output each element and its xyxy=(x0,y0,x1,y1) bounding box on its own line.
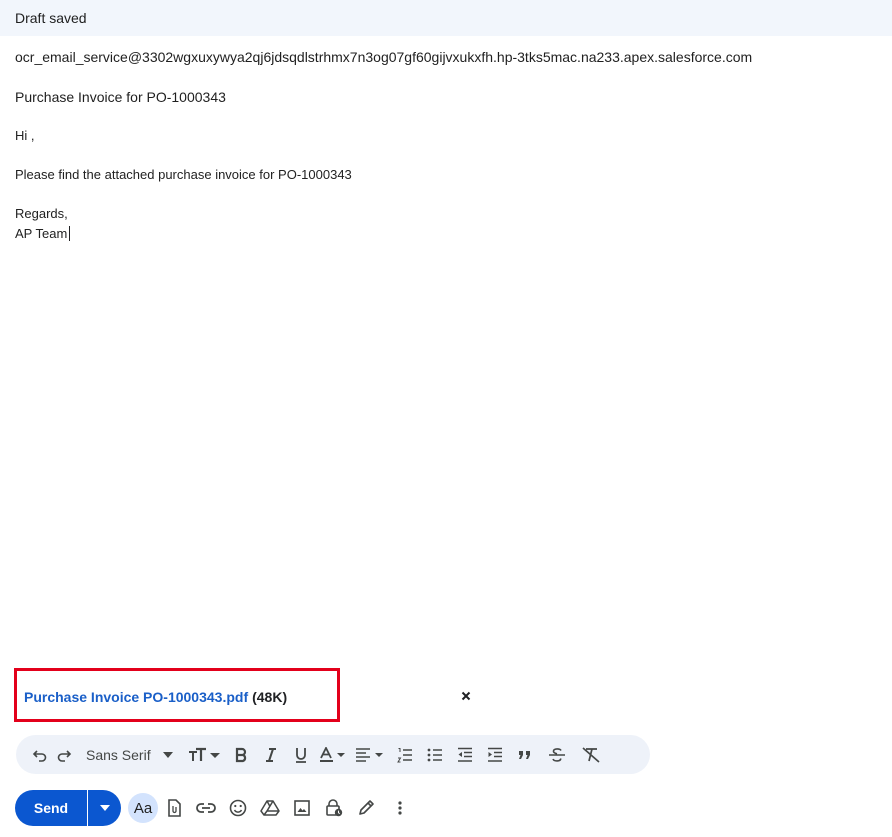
attachment-name[interactable]: Purchase Invoice PO-1000343.pdf xyxy=(24,689,248,705)
subject-field[interactable]: Purchase Invoice for PO-1000343 xyxy=(15,89,226,105)
body-closing[interactable]: Regards, xyxy=(15,206,68,221)
compose-header: Draft saved xyxy=(0,0,892,36)
bulleted-list-icon[interactable] xyxy=(420,735,450,774)
chevron-down-icon xyxy=(162,751,173,758)
signature-icon[interactable] xyxy=(350,790,382,826)
remove-formatting-icon[interactable] xyxy=(574,735,608,774)
remove-attachment-icon[interactable] xyxy=(459,689,473,703)
numbered-list-icon[interactable] xyxy=(390,735,420,774)
align-icon[interactable] xyxy=(352,735,390,774)
body-signature-line[interactable]: AP Team xyxy=(15,226,71,241)
draft-status: Draft saved xyxy=(15,10,87,26)
chevron-down-icon xyxy=(99,805,110,811)
text-caret xyxy=(69,226,71,241)
font-family-label: Sans Serif xyxy=(86,746,151,763)
font-size-icon[interactable] xyxy=(184,735,226,774)
send-bar: Send Aa xyxy=(15,790,418,826)
attach-file-icon[interactable] xyxy=(158,790,190,826)
indent-more-icon[interactable] xyxy=(480,735,510,774)
drive-icon[interactable] xyxy=(254,790,286,826)
schedule-send-dropdown[interactable] xyxy=(88,790,121,826)
indent-less-icon[interactable] xyxy=(450,735,480,774)
emoji-icon[interactable] xyxy=(222,790,254,826)
italic-icon[interactable] xyxy=(256,735,286,774)
body-line-1[interactable]: Please find the attached purchase invoic… xyxy=(15,167,352,182)
more-options-icon[interactable] xyxy=(382,790,418,826)
insert-photo-icon[interactable] xyxy=(286,790,318,826)
recipient-field[interactable]: ocr_email_service@3302wgxuxywya2qj6jdsqd… xyxy=(15,49,752,65)
undo-icon[interactable] xyxy=(28,735,52,774)
send-button[interactable]: Send xyxy=(15,790,87,826)
redo-icon[interactable] xyxy=(52,735,76,774)
body-greeting[interactable]: Hi , xyxy=(15,128,35,143)
text-color-icon[interactable] xyxy=(316,735,352,774)
formatting-options-toggle[interactable]: Aa xyxy=(128,793,158,823)
insert-link-icon[interactable] xyxy=(190,790,222,826)
formatting-toolbar: Sans Serif xyxy=(16,735,650,774)
quote-icon[interactable] xyxy=(510,735,540,774)
attachment-chip[interactable]: Purchase Invoice PO-1000343.pdf (48K) xyxy=(24,687,287,707)
bold-icon[interactable] xyxy=(226,735,256,774)
attachment-size: (48K) xyxy=(252,689,288,705)
strikethrough-icon[interactable] xyxy=(540,735,574,774)
font-family-select[interactable]: Sans Serif xyxy=(82,735,184,774)
body-signature: AP Team xyxy=(15,226,68,241)
underline-icon[interactable] xyxy=(286,735,316,774)
confidential-mode-icon[interactable] xyxy=(318,790,350,826)
